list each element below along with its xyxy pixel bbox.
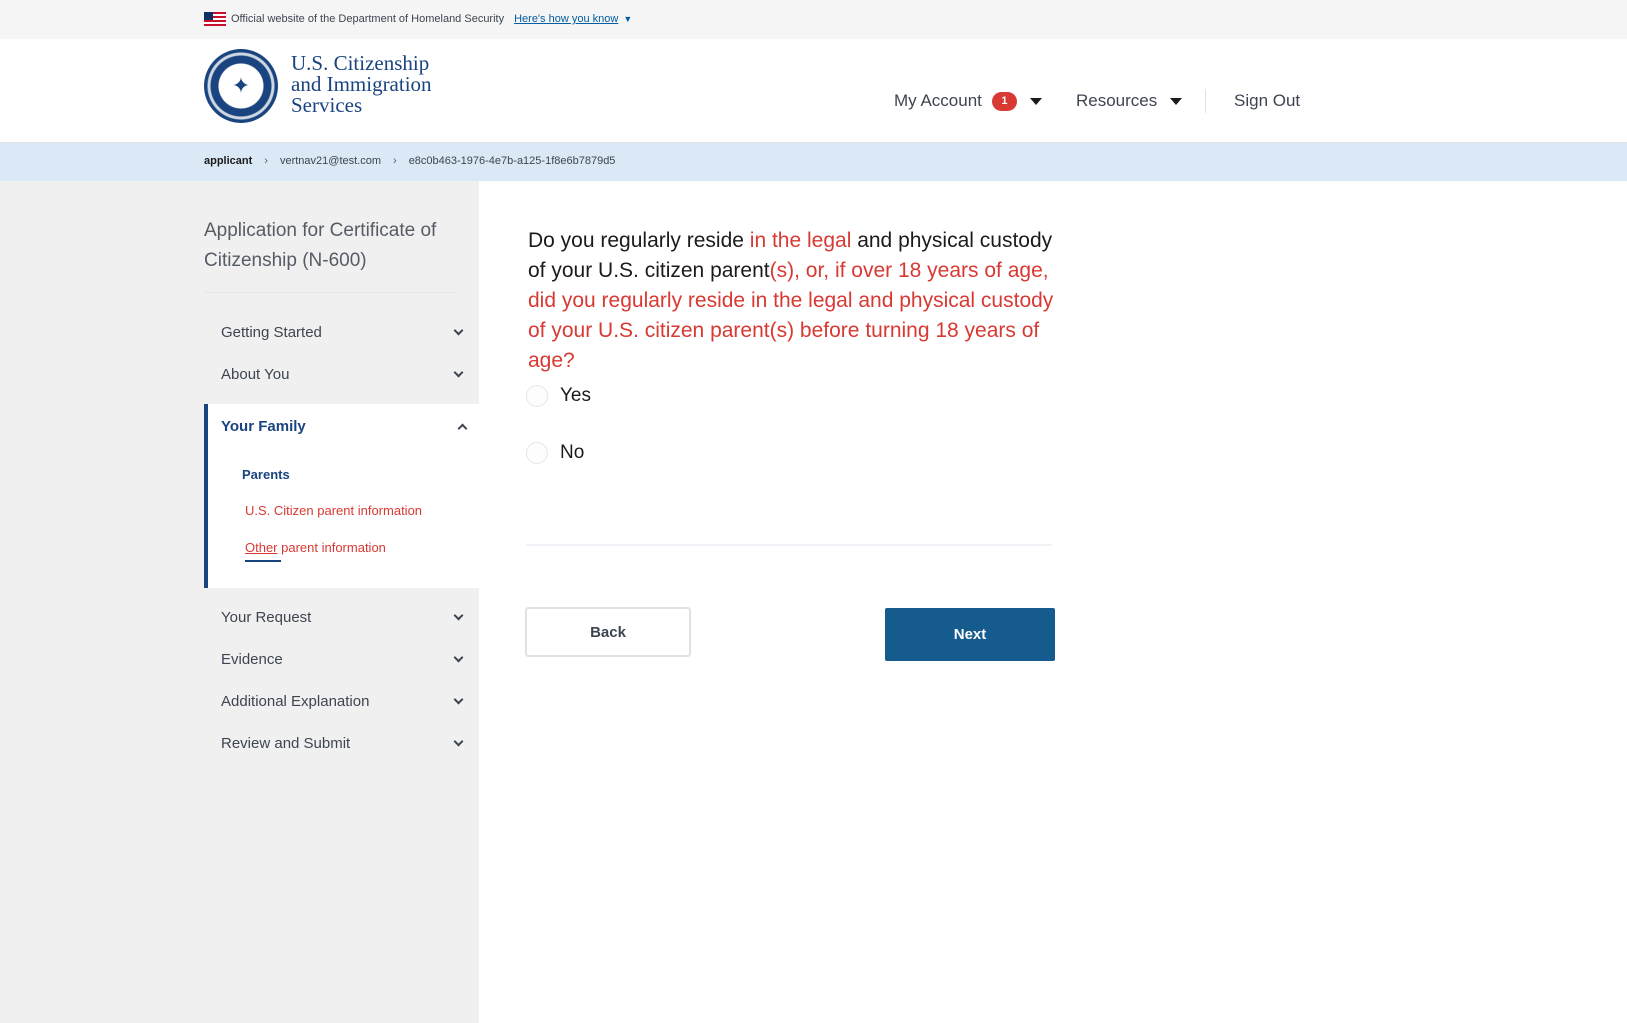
resources-menu[interactable]: Resources (1076, 91, 1183, 111)
question-part-2: in the legal (749, 229, 852, 252)
sign-out-link[interactable]: Sign Out (1234, 91, 1300, 111)
question-part-1: Do you regularly reside (528, 229, 750, 252)
sidebar-item-label: Evidence (221, 650, 283, 668)
sidebar-subitem-other-parent[interactable]: Other parent information (245, 540, 386, 555)
chevron-up-icon (457, 423, 468, 434)
option-yes-label: Yes (560, 385, 591, 406)
back-button[interactable]: Back (525, 607, 691, 657)
breadcrumb: applicant › vertnav21@test.com › e8c0b46… (204, 155, 615, 167)
sidebar-subitem-other-rest: parent information (277, 540, 386, 555)
radio-yes[interactable] (526, 385, 548, 407)
sidebar-item-label: Getting Started (221, 323, 322, 341)
sidebar-item-evidence[interactable]: Evidence (204, 644, 466, 674)
sidebar-item-your-family[interactable]: Your Family (221, 418, 468, 435)
eagle-icon: ✦ (231, 73, 251, 98)
agency-line-1: U.S. Citizenship (291, 51, 430, 75)
notification-badge: 1 (991, 91, 1017, 111)
sidebar-item-review-and-submit[interactable]: Review and Submit (204, 728, 466, 758)
radio-no[interactable] (526, 442, 548, 464)
option-no[interactable]: No (526, 442, 584, 464)
breadcrumb-separator-icon: › (264, 155, 268, 167)
site-header: ✦ U.S. Citizenship and Immigration Servi… (0, 39, 1627, 143)
application-title: Application for Certificate of Citizensh… (204, 220, 437, 271)
breadcrumb-bar: applicant › vertnav21@test.com › e8c0b46… (0, 143, 1627, 181)
official-banner: Official website of the Department of Ho… (0, 0, 1627, 39)
us-flag-icon (204, 12, 226, 26)
sidebar-item-additional-explanation[interactable]: Additional Explanation (204, 686, 466, 716)
caret-down-icon (1029, 97, 1042, 105)
next-button[interactable]: Next (885, 608, 1055, 661)
resources-label: Resources (1076, 91, 1158, 110)
sidebar-item-about-you[interactable]: About You (204, 359, 466, 389)
chevron-down-icon (453, 736, 464, 746)
sidebar-subitem-parents[interactable]: Parents (242, 467, 290, 482)
chevron-down-icon (453, 325, 464, 335)
sidebar-section-your-family: Your Family Parents U.S. Citizen parent … (204, 404, 479, 588)
my-account-label: My Account (894, 91, 982, 110)
chevron-down-icon (453, 367, 464, 377)
sidebar-item-label: Review and Submit (221, 734, 351, 752)
section-divider (526, 544, 1052, 546)
breadcrumb-item: e8c0b463-1976-4e7b-a125-1f8e6b7879d5 (408, 155, 616, 167)
breadcrumb-separator-icon: › (393, 155, 397, 167)
how-you-know-link[interactable]: Here's how you know (514, 13, 618, 25)
agency-line-3: Services (291, 93, 363, 117)
active-indicator (245, 560, 281, 562)
agency-name[interactable]: U.S. Citizenship and Immigration Service… (291, 53, 432, 116)
chevron-down-icon (453, 694, 464, 704)
sign-out-label: Sign Out (1234, 91, 1301, 110)
dhs-seal-icon[interactable]: ✦ (204, 49, 278, 123)
nav-divider (1205, 89, 1206, 113)
option-no-label: No (560, 442, 585, 463)
option-yes[interactable]: Yes (526, 385, 591, 407)
sidebar-subitem-other-word: Other (245, 540, 278, 555)
sidebar-divider (204, 292, 458, 293)
agency-line-2: and Immigration (291, 72, 432, 96)
official-website-text: Official website of the Department of Ho… (231, 13, 505, 25)
chevron-down-icon (453, 652, 464, 662)
chevron-down-icon (453, 610, 464, 620)
sidebar-item-label: Your Family (221, 418, 306, 435)
breadcrumb-item[interactable]: vertnav21@test.com (280, 155, 381, 167)
sidebar-item-getting-started[interactable]: Getting Started (204, 317, 466, 347)
my-account-menu[interactable]: My Account 1 (894, 91, 1042, 111)
question-text: Do you regularly reside in the legal and… (528, 226, 1068, 376)
sidebar-item-label: Additional Explanation (221, 692, 370, 710)
sidebar-subitem-us-citizen-parent[interactable]: U.S. Citizen parent information (245, 503, 422, 518)
sidebar-item-label: About You (221, 365, 290, 383)
caret-down-icon (1170, 97, 1183, 105)
sidebar-item-label: Your Request (221, 608, 312, 626)
chevron-down-icon[interactable]: ▼ (623, 14, 632, 24)
breadcrumb-item[interactable]: applicant (204, 155, 252, 167)
sidebar-item-your-request[interactable]: Your Request (204, 602, 466, 632)
